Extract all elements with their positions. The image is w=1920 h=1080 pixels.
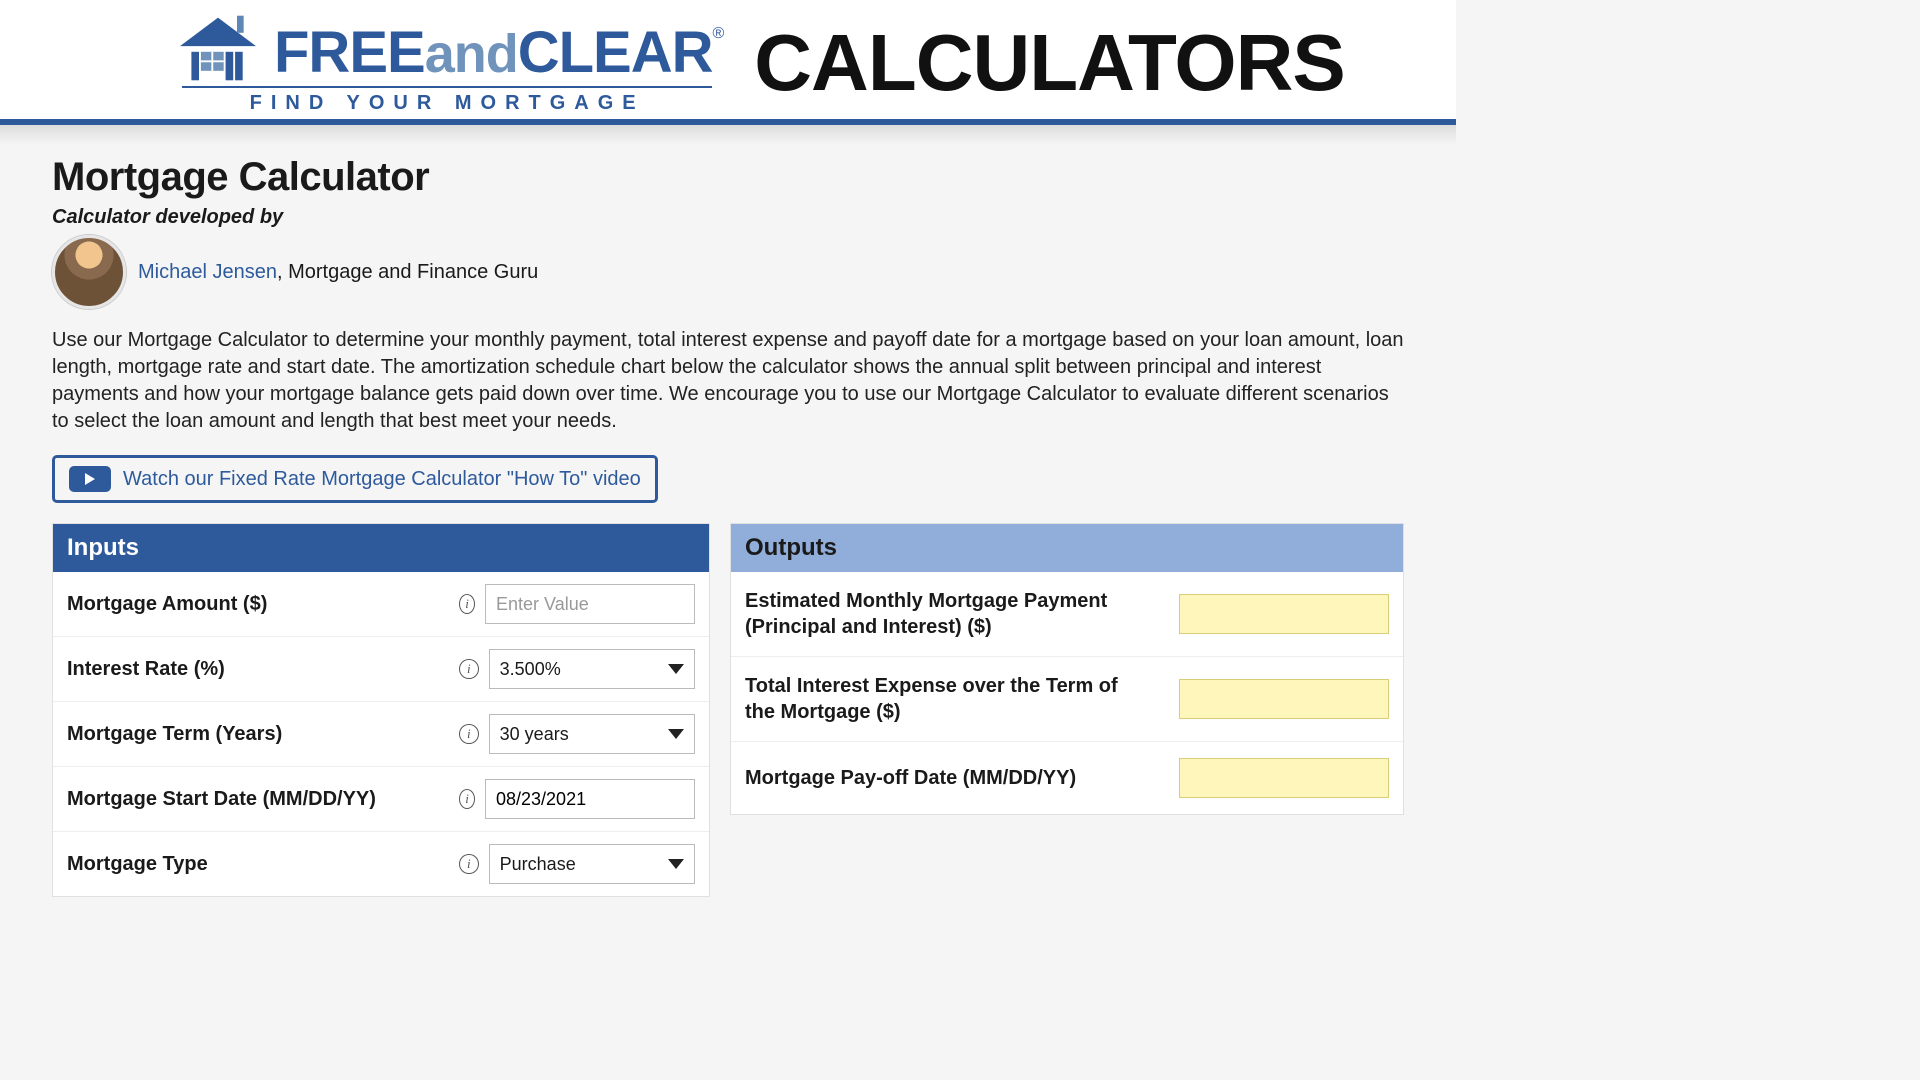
mortgage-term-select[interactable]: 30 years: [489, 714, 695, 754]
mortgage-amount-input[interactable]: [485, 584, 695, 624]
author-link[interactable]: Michael Jensen: [138, 261, 277, 283]
outputs-heading: Outputs: [731, 524, 1403, 572]
inputs-heading: Inputs: [53, 524, 709, 572]
watch-video-label: Watch our Fixed Rate Mortgage Calculator…: [123, 468, 641, 491]
mortgage-type-value: Purchase: [500, 854, 576, 875]
info-icon[interactable]: i: [459, 854, 479, 874]
row-interest-rate: Interest Rate (%) i 3.500%: [53, 637, 709, 702]
author-title: , Mortgage and Finance Guru: [277, 261, 538, 283]
value-payoff-date: [1179, 758, 1389, 798]
brand-tagline: FIND YOUR MORTGAGE: [182, 86, 712, 115]
row-mortgage-type: Mortgage Type i Purchase: [53, 832, 709, 896]
house-icon: [170, 10, 266, 86]
start-date-input[interactable]: [485, 779, 695, 819]
row-monthly-payment: Estimated Monthly Mortgage Payment (Prin…: [731, 572, 1403, 657]
author-avatar[interactable]: [52, 235, 126, 309]
brand-text: FREEandCLEAR®: [274, 19, 724, 86]
developed-by-label: Calculator developed by: [52, 206, 1404, 229]
chevron-down-icon: [668, 664, 684, 674]
intro-text: Use our Mortgage Calculator to determine…: [52, 327, 1404, 435]
outputs-panel: Outputs Estimated Monthly Mortgage Payme…: [730, 523, 1404, 815]
page-title: Mortgage Calculator: [52, 155, 1404, 200]
label-interest-rate: Interest Rate (%): [67, 658, 459, 681]
brand-clear: CLEAR: [518, 20, 713, 85]
row-mortgage-amount: Mortgage Amount ($) i: [53, 572, 709, 637]
header: FREEandCLEAR® FIND YOUR MORTGAGE CALCULA…: [0, 0, 1456, 125]
row-start-date: Mortgage Start Date (MM/DD/YY) i: [53, 767, 709, 832]
row-mortgage-term: Mortgage Term (Years) i 30 years: [53, 702, 709, 767]
page-body: Mortgage Calculator Calculator developed…: [0, 155, 1456, 897]
value-monthly-payment: [1179, 594, 1389, 634]
interest-rate-value: 3.500%: [500, 659, 561, 680]
brand-and: and: [425, 24, 518, 84]
label-payoff-date: Mortgage Pay-off Date (MM/DD/YY): [745, 765, 1076, 791]
row-total-interest: Total Interest Expense over the Term of …: [731, 657, 1403, 742]
play-icon: [69, 466, 111, 492]
info-icon[interactable]: i: [459, 789, 475, 809]
mortgage-type-select[interactable]: Purchase: [489, 844, 695, 884]
header-shadow: [0, 125, 1456, 145]
info-icon[interactable]: i: [459, 659, 479, 679]
info-icon[interactable]: i: [459, 594, 475, 614]
mortgage-term-value: 30 years: [500, 724, 569, 745]
author-row: Michael Jensen, Mortgage and Finance Gur…: [52, 235, 1404, 309]
interest-rate-select[interactable]: 3.500%: [489, 649, 695, 689]
brand-registered: ®: [712, 25, 724, 42]
calculators-heading: CALCULATORS: [754, 17, 1344, 109]
watch-video-button[interactable]: Watch our Fixed Rate Mortgage Calculator…: [52, 455, 658, 503]
brand-free: FREE: [274, 20, 425, 85]
chevron-down-icon: [668, 859, 684, 869]
label-monthly-payment: Estimated Monthly Mortgage Payment (Prin…: [745, 588, 1125, 640]
label-total-interest: Total Interest Expense over the Term of …: [745, 673, 1125, 725]
chevron-down-icon: [668, 729, 684, 739]
logo[interactable]: FREEandCLEAR® FIND YOUR MORTGAGE: [170, 10, 724, 115]
row-payoff-date: Mortgage Pay-off Date (MM/DD/YY): [731, 742, 1403, 814]
label-mortgage-type: Mortgage Type: [67, 853, 459, 876]
label-mortgage-term: Mortgage Term (Years): [67, 723, 459, 746]
value-total-interest: [1179, 679, 1389, 719]
inputs-panel: Inputs Mortgage Amount ($) i Interest Ra…: [52, 523, 710, 897]
info-icon[interactable]: i: [459, 724, 479, 744]
label-start-date: Mortgage Start Date (MM/DD/YY): [67, 788, 459, 811]
panels: Inputs Mortgage Amount ($) i Interest Ra…: [52, 523, 1404, 897]
label-mortgage-amount: Mortgage Amount ($): [67, 593, 459, 616]
